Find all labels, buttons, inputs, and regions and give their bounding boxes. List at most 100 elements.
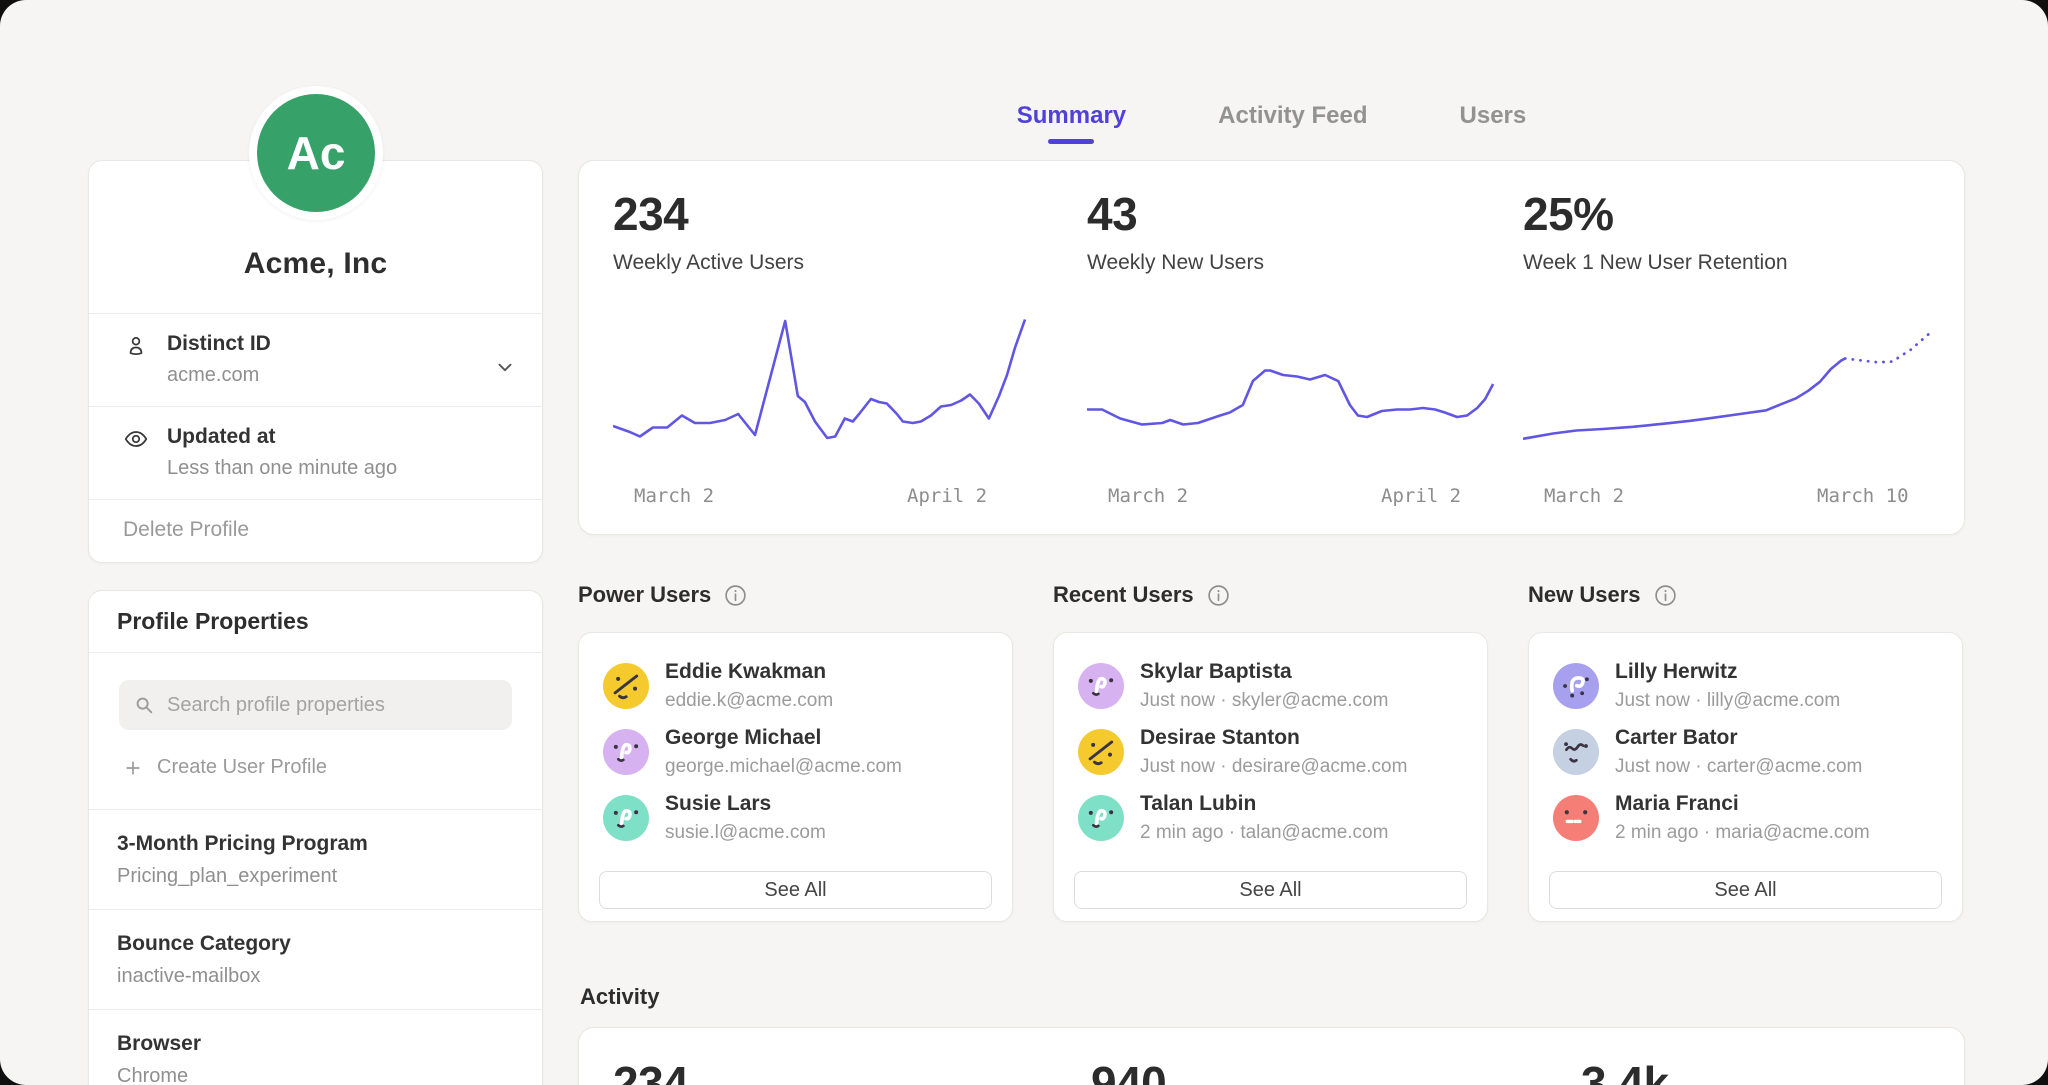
profile-card: Acme, Inc Distinct ID acme.com Updated a… bbox=[88, 160, 543, 563]
user-row[interactable]: George Michaelgeorge.michael@acme.com bbox=[579, 727, 1012, 777]
activity-stat-value: 940 bbox=[1091, 1060, 1166, 1085]
search-input[interactable] bbox=[165, 693, 498, 718]
field-updated-at[interactable]: Updated at Less than one minute ago bbox=[89, 406, 542, 499]
field-distinct-id[interactable]: Distinct ID acme.com bbox=[89, 313, 542, 406]
see-all-button[interactable]: See All bbox=[1074, 871, 1467, 909]
recent-users-header: Recent Users bbox=[1053, 578, 1488, 612]
user-avatar bbox=[1078, 663, 1124, 709]
eye-icon bbox=[123, 426, 149, 452]
user-name: Susie Lars bbox=[665, 792, 826, 816]
user-detail: eddie.k@acme.com bbox=[665, 690, 833, 712]
user-row[interactable]: Carter BatorJust now · carter@acme.com bbox=[1529, 727, 1962, 777]
company-avatar: Ac bbox=[249, 86, 383, 220]
user-name: Lilly Herwitz bbox=[1615, 660, 1840, 684]
stat-value: 234 bbox=[613, 191, 1033, 237]
user-name: Eddie Kwakman bbox=[665, 660, 833, 684]
x-tick: March 10 bbox=[1817, 485, 1909, 507]
profile-properties-card: Profile Properties Create User Profile 3… bbox=[88, 590, 543, 1085]
stat-label: Week 1 New User Retention bbox=[1523, 251, 1943, 275]
x-tick: April 2 bbox=[1381, 485, 1461, 507]
field-value: acme.com bbox=[167, 364, 271, 386]
new-users-section: New Users Lilly Herwitz Just now · lilly@… bbox=[1528, 578, 1963, 922]
user-row[interactable]: Talan Lubin2 min ago · talan@acme.com bbox=[1054, 793, 1487, 843]
stat-week1-retention: 25% Week 1 New User Retention March 2 Ma… bbox=[1523, 161, 1943, 536]
user-name: Desirae Stanton bbox=[1140, 726, 1407, 750]
property-row: Browser Chrome bbox=[89, 1009, 542, 1085]
search-icon bbox=[133, 694, 155, 716]
profile-tabs: Summary Activity Feed Users bbox=[578, 88, 1965, 144]
tab-summary[interactable]: Summary bbox=[1011, 88, 1132, 144]
delete-profile-button[interactable]: Delete Profile bbox=[89, 499, 542, 562]
create-user-profile-button[interactable]: Create User Profile bbox=[123, 756, 512, 779]
user-avatar bbox=[1078, 795, 1124, 841]
x-tick: March 2 bbox=[1544, 485, 1624, 507]
stat-value: 43 bbox=[1087, 191, 1507, 237]
see-all-button[interactable]: See All bbox=[1549, 871, 1942, 909]
property-label: Bounce Category bbox=[117, 932, 514, 956]
property-row: Bounce Category inactive-mailbox bbox=[89, 909, 542, 1009]
user-row[interactable]: Eddie Kwakman eddie.k@acme.com bbox=[579, 661, 1012, 711]
tab-users[interactable]: Users bbox=[1454, 88, 1533, 144]
weekly-active-users-chart bbox=[613, 309, 1033, 459]
user-avatar bbox=[603, 729, 649, 775]
user-row[interactable]: Lilly Herwitz Just now · lilly@acme.com bbox=[1529, 661, 1962, 711]
user-detail: Just now · lilly@acme.com bbox=[1615, 690, 1840, 712]
field-text: Distinct ID acme.com bbox=[167, 332, 271, 386]
see-all-button[interactable]: See All bbox=[599, 871, 992, 909]
activity-stat-value: 234 bbox=[613, 1060, 688, 1085]
create-user-profile-label: Create User Profile bbox=[157, 756, 327, 779]
user-detail: Just now · desirare@acme.com bbox=[1140, 756, 1407, 778]
week1-retention-chart bbox=[1523, 309, 1943, 459]
user-row[interactable]: Susie Lars susie.l@acme.com bbox=[579, 793, 1012, 843]
info-icon[interactable] bbox=[723, 583, 748, 608]
user-name: Skylar Baptista bbox=[1140, 660, 1388, 684]
stat-label: Weekly New Users bbox=[1087, 251, 1507, 275]
user-row[interactable]: Desirae Stanton Just now · desirare@acme.… bbox=[1054, 727, 1487, 777]
user-detail: Just now · carter@acme.com bbox=[1615, 756, 1862, 778]
activity-card: 234 940 3.4k bbox=[578, 1027, 1965, 1085]
company-avatar-initials: Ac bbox=[257, 94, 375, 212]
property-label: 3-Month Pricing Program bbox=[117, 832, 514, 856]
info-icon[interactable] bbox=[1653, 583, 1678, 608]
tab-activity-feed[interactable]: Activity Feed bbox=[1212, 88, 1373, 144]
field-text: Updated at Less than one minute ago bbox=[167, 425, 397, 479]
property-value: Chrome bbox=[117, 1065, 514, 1085]
stat-label: Weekly Active Users bbox=[613, 251, 1033, 275]
user-detail: susie.l@acme.com bbox=[665, 822, 826, 844]
property-value: inactive-mailbox bbox=[117, 965, 514, 987]
property-value: Pricing_plan_experiment bbox=[117, 865, 514, 887]
activity-stat-value: 3.4k bbox=[1581, 1060, 1669, 1085]
chevron-down-icon[interactable] bbox=[494, 356, 516, 378]
user-name: Talan Lubin bbox=[1140, 792, 1388, 816]
person-icon bbox=[123, 333, 149, 359]
property-label: Browser bbox=[117, 1032, 514, 1056]
profile-properties-search[interactable] bbox=[119, 680, 512, 730]
power-users-card: Eddie Kwakman eddie.k@acme.com George Mic… bbox=[578, 632, 1013, 922]
field-label: Updated at bbox=[167, 425, 397, 449]
recent-users-card: Skylar Baptista Just now · skyler@acme.co… bbox=[1053, 632, 1488, 922]
stat-weekly-new-users: 43 Weekly New Users March 2 April 2 bbox=[1087, 161, 1507, 536]
user-detail: Just now · skyler@acme.com bbox=[1140, 690, 1388, 712]
property-row: 3-Month Pricing Program Pricing_plan_exp… bbox=[89, 809, 542, 909]
weekly-new-users-chart bbox=[1087, 309, 1507, 459]
user-row[interactable]: Maria Franci2 min ago · maria@acme.com bbox=[1529, 793, 1962, 843]
new-users-card: Lilly Herwitz Just now · lilly@acme.com C… bbox=[1528, 632, 1963, 922]
section-title: Recent Users bbox=[1053, 582, 1194, 608]
user-profile-dashboard: Ac Acme, Inc Distinct ID acme.com Update… bbox=[0, 0, 2048, 1085]
user-detail: george.michael@acme.com bbox=[665, 756, 902, 778]
user-avatar bbox=[1553, 729, 1599, 775]
section-title: New Users bbox=[1528, 582, 1641, 608]
info-icon[interactable] bbox=[1206, 583, 1231, 608]
field-value: Less than one minute ago bbox=[167, 457, 397, 479]
user-avatar bbox=[603, 663, 649, 709]
plus-icon bbox=[123, 758, 143, 778]
user-row[interactable]: Skylar Baptista Just now · skyler@acme.co… bbox=[1054, 661, 1487, 711]
activity-section-title: Activity bbox=[580, 984, 659, 1010]
company-name: Acme, Inc bbox=[244, 247, 388, 281]
user-detail: 2 min ago · maria@acme.com bbox=[1615, 822, 1870, 844]
power-users-header: Power Users bbox=[578, 578, 1013, 612]
section-title: Power Users bbox=[578, 582, 711, 608]
stat-value: 25% bbox=[1523, 191, 1943, 237]
profile-properties-title: Profile Properties bbox=[89, 591, 542, 653]
user-avatar bbox=[1553, 663, 1599, 709]
